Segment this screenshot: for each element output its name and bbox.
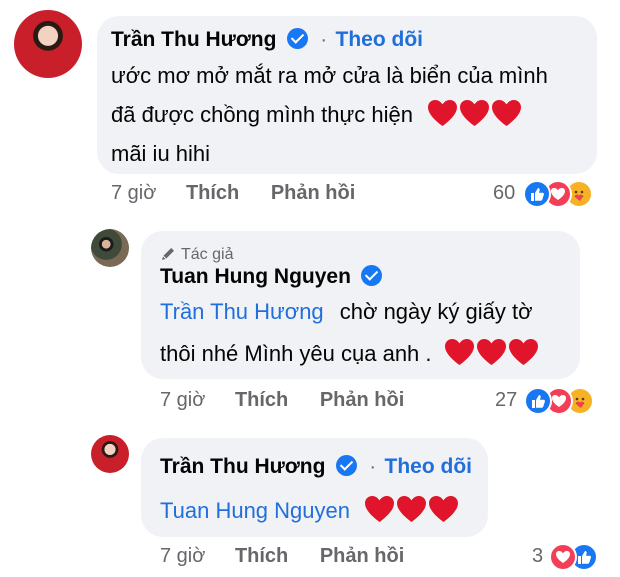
heart-icon [397,495,427,523]
like-icon [523,180,551,208]
comment-text: thôi nhé Mình yêu cụa anh . [160,341,432,366]
reaction-summary[interactable] [524,387,604,415]
verified-badge-icon [361,265,383,286]
like-icon [524,387,552,415]
author-name[interactable]: Tuan Hung Nguyen [160,265,351,288]
heart-icon [428,99,458,127]
timestamp[interactable]: 7 giờ [160,389,205,411]
comment-text: đã được chồng mình thực hiện [111,102,413,127]
follow-button[interactable]: Theo dõi [336,28,424,51]
heart-icon [444,338,474,366]
author-name[interactable]: Trần Thu Hương [111,28,276,51]
comment-actions: 7 giờ Thích Phản hồi [111,182,355,205]
heart-icon [476,338,506,366]
comment-text-line: ước mơ mở mắt ra mở cửa là biển của mình [111,63,548,88]
comment-actions: 7 giờ Thích Phản hồi [160,389,404,412]
heart-icon [492,99,522,127]
author-tag-label: Tác giả [181,246,234,263]
verified-badge-icon [335,455,357,476]
timestamp[interactable]: 7 giờ [111,182,156,204]
separator-dot: · [369,456,377,478]
avatar[interactable] [91,229,129,267]
reaction-count[interactable]: 60 [493,182,515,205]
timestamp[interactable]: 7 giờ [160,545,205,567]
comment-header: Trần Thu Hương · Theo dõi [111,28,423,52]
comment-text-line: thôi nhé Mình yêu cụa anh . [160,334,540,378]
heart-icon [365,495,395,523]
comment-text: chờ ngày ký giấy tờ [339,299,533,324]
avatar[interactable] [14,10,82,78]
follow-button[interactable]: Theo dõi [385,455,473,478]
heart-icon [508,338,538,366]
mention-link[interactable]: Tuan Hung Nguyen [160,498,350,523]
comment-text-line: đã được chồng mình thực hiện [111,95,523,139]
love-icon [549,543,577,571]
comment-actions: 7 giờ Thích Phản hồi [160,545,404,568]
comment-header: Trần Thu Hương · Theo dõi [160,455,472,479]
comment-text-line: mãi iu hihi [111,141,211,166]
reaction-count[interactable]: 3 [532,545,543,568]
author-tag: Tác giả [160,245,233,264]
heart-icon [429,495,459,523]
author-name[interactable]: Trần Thu Hương [160,455,325,478]
mention-link[interactable]: Trần Thu Hương [160,299,324,324]
like-button[interactable]: Thích [186,182,239,204]
reaction-count[interactable]: 27 [495,389,517,412]
like-button[interactable]: Thích [235,389,288,411]
comment-header: Tuan Hung Nguyen [160,265,383,289]
author-pen-icon [162,248,174,260]
reaction-summary[interactable] [523,180,603,208]
hearts-emoji [427,99,523,139]
separator-dot: · [320,29,328,51]
reaction-summary[interactable] [549,543,605,571]
hearts-emoji [364,495,460,535]
like-button[interactable]: Thích [235,545,288,567]
reply-button[interactable]: Phản hồi [320,389,404,411]
reply-button[interactable]: Phản hồi [320,545,404,567]
verified-badge-icon [286,28,308,49]
heart-icon [460,99,490,127]
avatar[interactable] [91,435,129,473]
comment-text-line: Trần Thu Hương chờ ngày ký giấy tờ [160,292,533,331]
reply-button[interactable]: Phản hồi [271,182,355,204]
comment-text-line: Tuan Hung Nguyen [160,491,460,535]
hearts-emoji [444,338,540,378]
